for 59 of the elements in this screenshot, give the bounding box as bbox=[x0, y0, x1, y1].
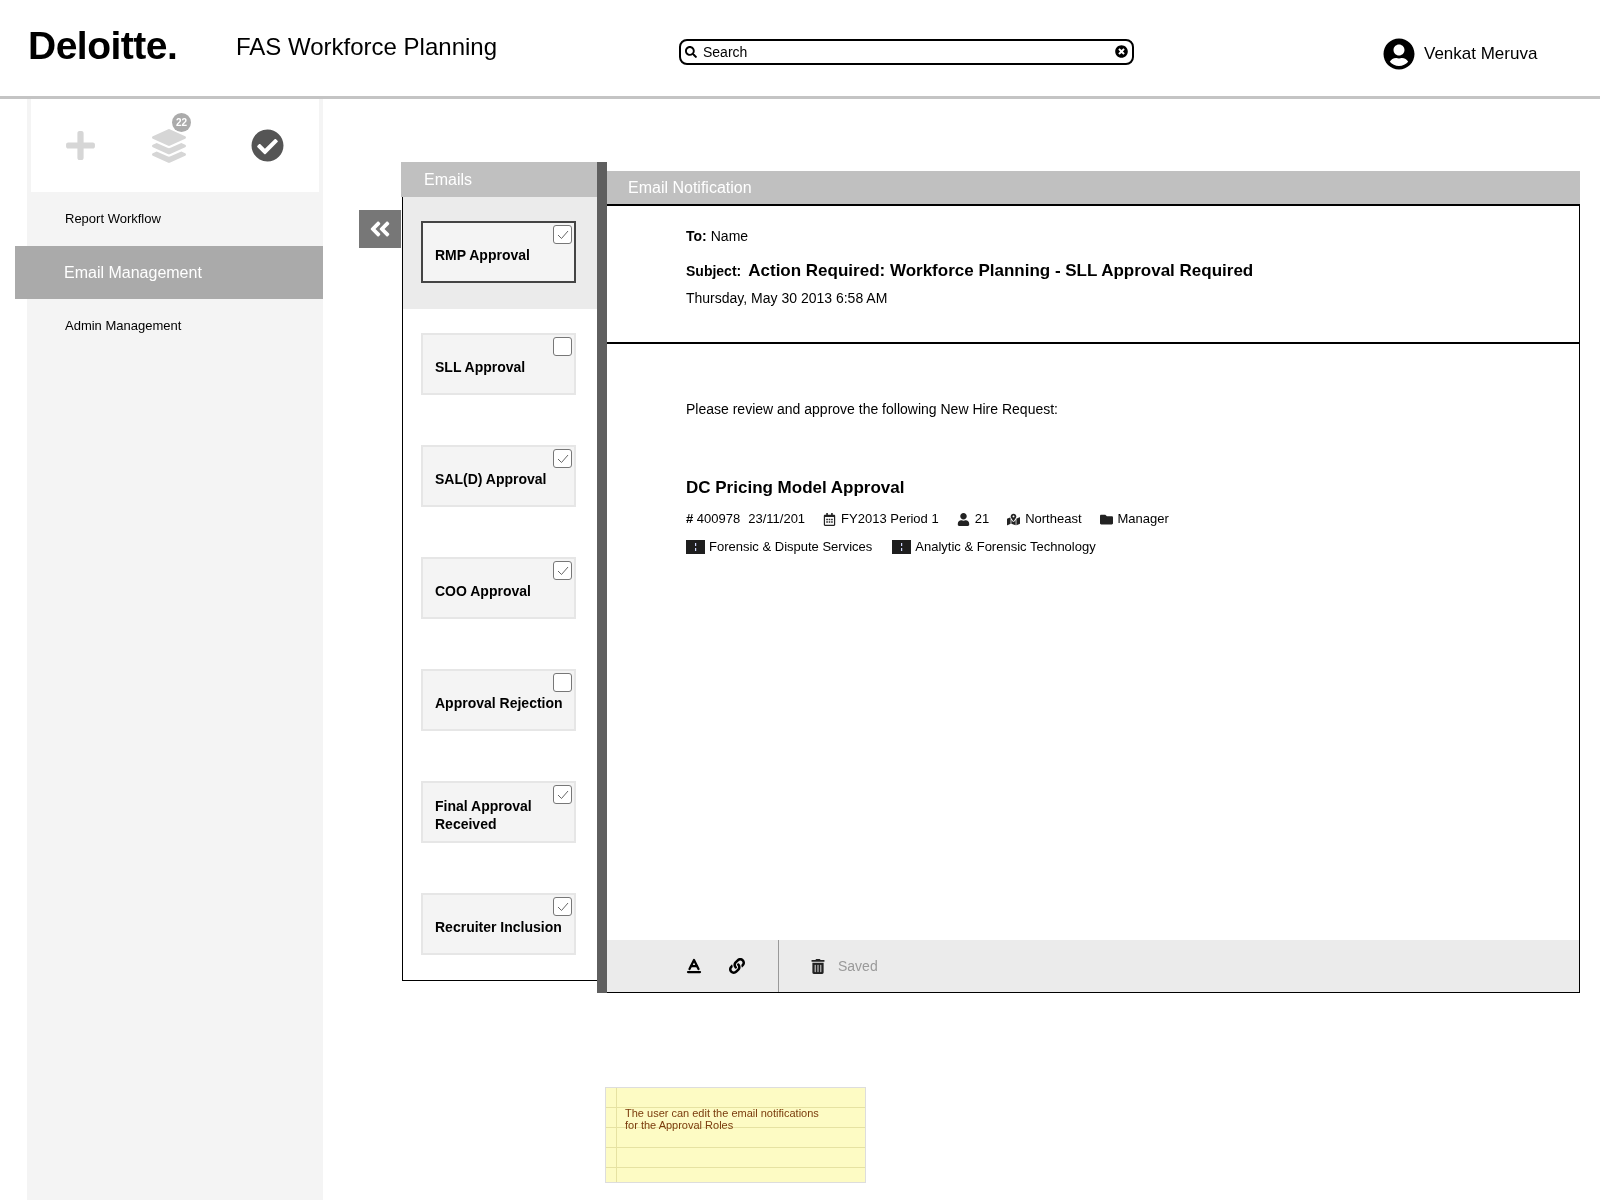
checkbox[interactable] bbox=[553, 561, 572, 580]
email-template-card[interactable]: Final Approval Received bbox=[421, 781, 576, 843]
email-body-text: Please review and approve the following New Hire Request: bbox=[686, 400, 1058, 418]
to-label: To: bbox=[686, 226, 707, 246]
email-date: Thursday, May 30 2013 6:58 AM bbox=[686, 289, 888, 307]
note-text: The user can edit the email notifications for the Approval Roles bbox=[625, 1107, 820, 1131]
check-icon bbox=[556, 565, 569, 576]
check-icon bbox=[556, 229, 569, 240]
department-tag: Analytic & Forensic Technology bbox=[915, 537, 1096, 557]
email-template-card[interactable]: SLL Approval bbox=[421, 333, 576, 395]
app-title: FAS Workforce Planning bbox=[236, 33, 497, 60]
square-tile-icon bbox=[892, 540, 912, 554]
save-status: Saved bbox=[838, 956, 878, 976]
checkbox[interactable] bbox=[553, 449, 572, 468]
headcount-text: 21 bbox=[974, 510, 990, 529]
subject-text: Action Required: Workforce Planning - SLL Approval Required bbox=[748, 260, 1254, 283]
email-template-card[interactable]: Recruiter Inclusion bbox=[421, 893, 576, 955]
request-number: # 400978 bbox=[686, 510, 741, 529]
request-date: 23/11/201 bbox=[748, 510, 806, 529]
email-template-card[interactable]: RMP Approval bbox=[421, 221, 576, 283]
square-tile-icon bbox=[686, 540, 705, 554]
checkbox[interactable] bbox=[553, 673, 572, 692]
user-name[interactable]: Venkat Meruva bbox=[1424, 41, 1538, 67]
check-icon bbox=[556, 453, 569, 464]
email-template-card[interactable]: Approval Rejection bbox=[421, 669, 576, 731]
region-text: Northeast bbox=[1025, 510, 1082, 529]
link-icon[interactable] bbox=[729, 958, 745, 974]
subject-label: Subject: bbox=[686, 261, 742, 281]
recipient-name: Name bbox=[710, 226, 749, 246]
check-icon bbox=[556, 901, 569, 912]
checkbox[interactable] bbox=[553, 785, 572, 804]
count-badge: 22 bbox=[172, 112, 191, 132]
search-field[interactable]: Search bbox=[679, 39, 1134, 65]
collapse-button[interactable] bbox=[359, 210, 401, 248]
email-template-card[interactable]: SAL(D) Approval bbox=[421, 445, 576, 507]
checkbox[interactable] bbox=[553, 225, 572, 244]
logo[interactable]: Deloitte. bbox=[28, 24, 178, 67]
checkbox[interactable] bbox=[553, 337, 572, 356]
request-title: DC Pricing Model Approval bbox=[686, 477, 905, 499]
text-format-icon[interactable] bbox=[685, 957, 703, 975]
sidebar-nav-item[interactable]: Admin Management bbox=[27, 299, 323, 353]
calendar-icon bbox=[823, 512, 837, 526]
layers-icon[interactable] bbox=[152, 128, 186, 163]
panel-title: Emails bbox=[424, 169, 472, 190]
user-avatar-icon[interactable] bbox=[1383, 38, 1415, 70]
trash-icon[interactable] bbox=[811, 958, 825, 974]
check-icon bbox=[556, 789, 569, 800]
department-tag: Forensic & Dispute Services bbox=[709, 537, 873, 557]
person-icon bbox=[956, 512, 970, 526]
clear-icon[interactable] bbox=[1115, 45, 1128, 58]
sidebar-nav-item[interactable]: Report Workflow bbox=[27, 192, 323, 246]
email-template-card[interactable]: COO Approval bbox=[421, 557, 576, 619]
level-text: Manager bbox=[1117, 510, 1169, 529]
panel-title: Email Notification bbox=[628, 177, 752, 198]
period-text: FY2013 Period 1 bbox=[841, 510, 939, 529]
search-icon bbox=[685, 46, 697, 58]
map-icon bbox=[1007, 512, 1021, 526]
folder-icon bbox=[1099, 512, 1113, 526]
checkbox[interactable] bbox=[553, 897, 572, 916]
